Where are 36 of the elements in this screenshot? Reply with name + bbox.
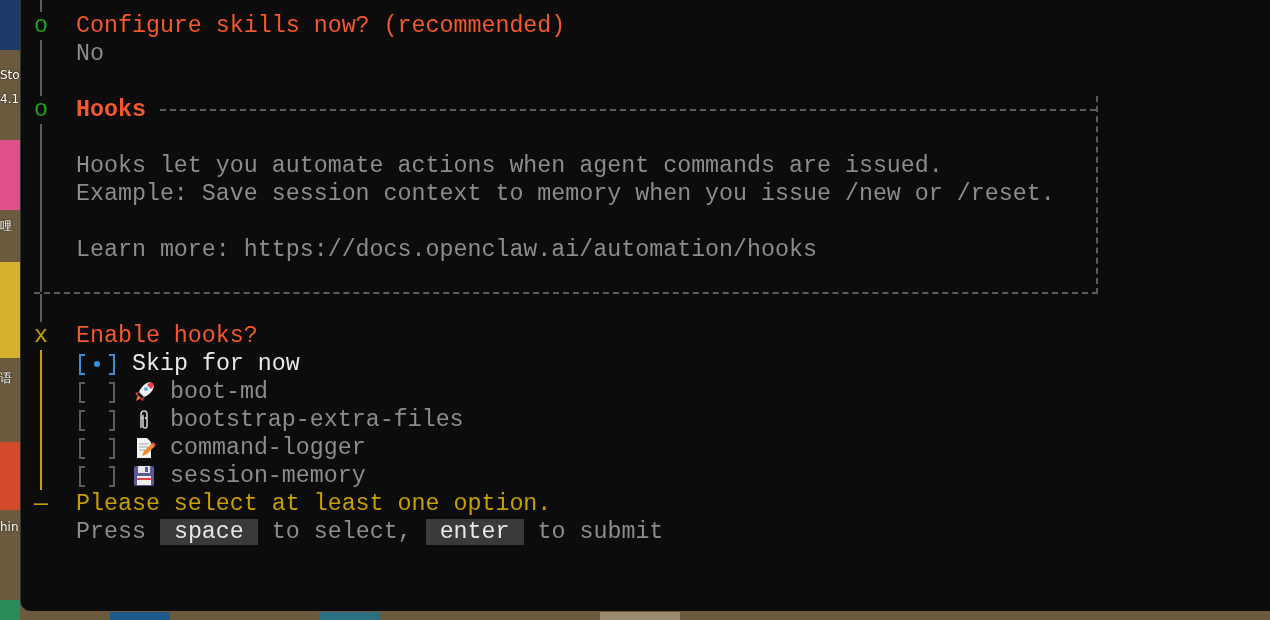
note-text: Hooks let you automate actions when agent commands are issued.: [76, 152, 943, 180]
app-icon[interactable]: [0, 600, 20, 620]
note-title: Hooks: [76, 96, 146, 124]
option-label: Skip for now: [132, 350, 300, 378]
option-label: bootstrap-extra-files: [170, 406, 464, 434]
hint-text: to select,: [271, 518, 412, 546]
icon-label: 4.1: [0, 92, 20, 106]
prompt-title: Enable hooks?: [76, 322, 258, 350]
note-text: Example: Save session context to memory when you issue /new or /reset.: [76, 180, 1055, 208]
app-icon[interactable]: [0, 262, 20, 358]
step-marker: x: [34, 322, 48, 350]
app-icon[interactable]: [0, 140, 20, 210]
option-label: command-logger: [170, 434, 366, 462]
app-icon[interactable]: [320, 612, 380, 620]
step-marker: o: [34, 12, 48, 40]
app-icon[interactable]: [0, 442, 20, 510]
step-answer: No: [76, 40, 104, 68]
step-marker: o: [34, 96, 48, 124]
step-marker: —: [34, 490, 48, 518]
key-label: enter: [425, 519, 524, 545]
rocket-icon: [132, 380, 156, 404]
option-label: session-memory: [170, 462, 366, 490]
note-text: Learn more: https://docs.openclaw.ai/automation/hooks: [76, 236, 817, 264]
error-message: Please select at least one option.: [76, 490, 552, 518]
icon-label: 哩: [0, 218, 12, 235]
app-icon[interactable]: [0, 0, 20, 50]
key-label: space: [159, 519, 258, 545]
step-title: Configure skills now? (recommended): [76, 12, 566, 40]
app-icon[interactable]: [110, 612, 170, 620]
hint-text: Press: [76, 518, 146, 546]
icon-label: 语: [0, 370, 12, 387]
icon-label: Sto: [0, 68, 20, 82]
icon-label: hin: [0, 520, 19, 534]
option-label: boot-md: [170, 378, 268, 406]
hint-text: to submit: [537, 518, 664, 546]
app-icon[interactable]: [600, 612, 680, 620]
